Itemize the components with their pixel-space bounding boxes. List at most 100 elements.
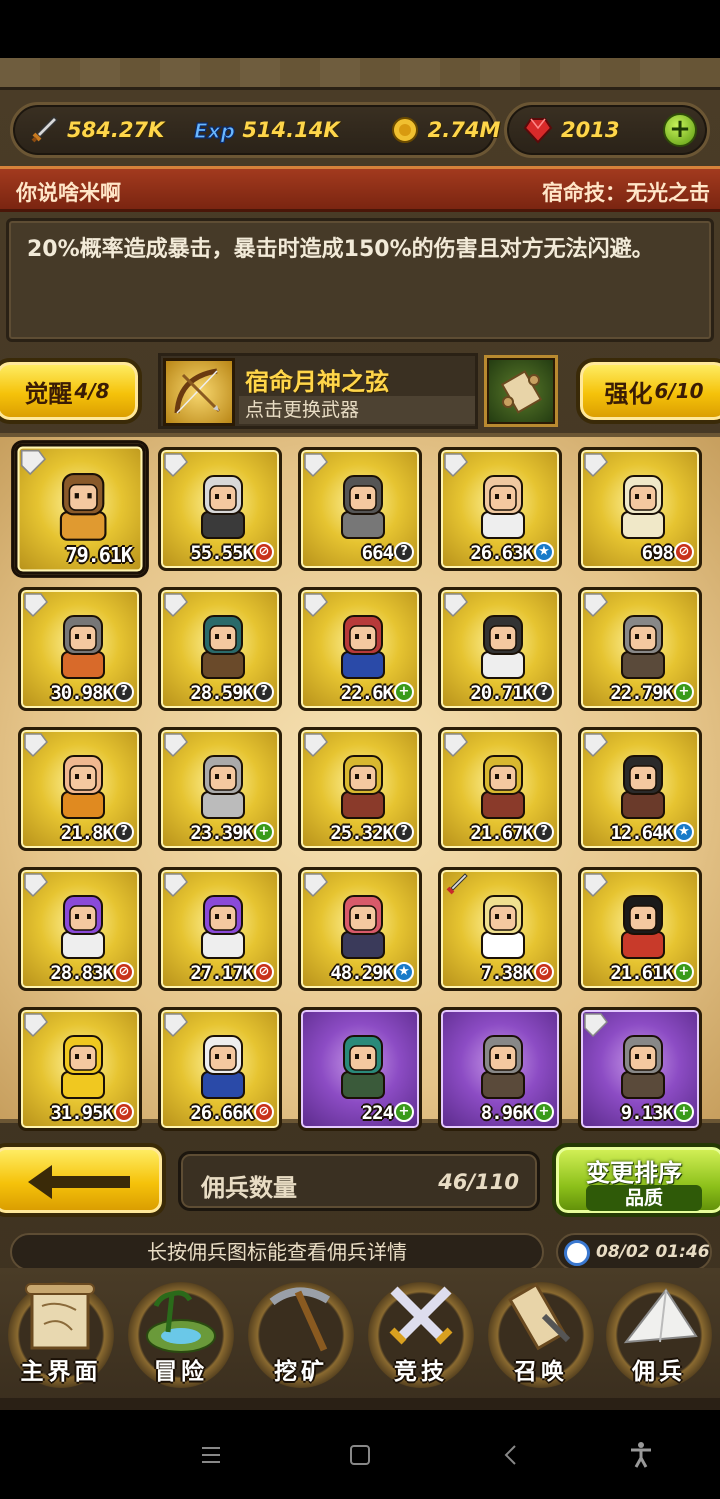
- card-tag-icon: [443, 592, 469, 618]
- mercenary-card[interactable]: 79.61K: [14, 443, 146, 575]
- hero-black-hair-sprite: [608, 888, 678, 962]
- card-tag-icon: [23, 872, 49, 898]
- mercenary-card[interactable]: 224 +: [298, 1007, 422, 1131]
- map-scroll-icon: [18, 1276, 104, 1362]
- enhance-button[interactable]: 强化 6/10: [576, 358, 720, 424]
- weapon-panel[interactable]: 宿命月神之弦 点击更换武器: [158, 353, 478, 429]
- awaken-value: 4/8: [74, 379, 110, 403]
- mercenary-count-value: 46/110: [438, 1170, 519, 1194]
- mercenary-card[interactable]: 48.29K ★: [298, 867, 422, 991]
- hero-viking-sprite: [468, 748, 538, 822]
- hero-old-chef-sprite: [188, 1028, 258, 1102]
- mercenary-card[interactable]: 22.6K +: [298, 587, 422, 711]
- hero-viking-sprite: [328, 748, 398, 822]
- mercenary-card[interactable]: 26.63K ★: [438, 447, 562, 571]
- mercenary-card[interactable]: 9.13K +: [578, 1007, 702, 1131]
- mercenary-card[interactable]: 12.64K ★: [578, 727, 702, 851]
- mercenary-card[interactable]: 30.98K?: [18, 587, 142, 711]
- sword-icon: [27, 113, 61, 147]
- mercenary-grid-area: 79.61K 55.55K ⊘ 664? 26.63K ★ 698 ⊘ 30.98K? 28.59…: [0, 433, 720, 1131]
- awaken-button[interactable]: 觉醒 4/8: [0, 358, 142, 424]
- hero-red-hair-sprite: [328, 608, 398, 682]
- enhance-value: 6/10: [654, 379, 704, 403]
- card-tag-icon: [163, 1012, 189, 1038]
- mercenary-card[interactable]: 22.79K +: [578, 587, 702, 711]
- mercenary-power: 30.98K: [50, 682, 114, 704]
- exp-value: 514.14K: [242, 118, 340, 142]
- mercenary-card[interactable]: 21.67K?: [438, 727, 562, 851]
- card-tag-icon: [583, 732, 609, 758]
- resource-bar: 584.27K Exp 514.14K 2.74M: [10, 102, 500, 158]
- add-gems-button[interactable]: +: [663, 113, 697, 147]
- skill-scroll-icon[interactable]: [484, 355, 558, 427]
- hero-star-sprite: [48, 1028, 118, 1102]
- bow-icon: [163, 358, 235, 426]
- nav-adventure[interactable]: 冒险: [122, 1272, 240, 1390]
- hero-rider-sprite: [608, 608, 678, 682]
- card-tag-icon: [23, 592, 49, 618]
- mercenary-power: 22.6K: [340, 682, 394, 704]
- mercenary-card[interactable]: 23.39K +: [158, 727, 282, 851]
- mercenary-card[interactable]: 20.71K?: [438, 587, 562, 711]
- home-icon[interactable]: [345, 1440, 375, 1470]
- mercenary-grid: 79.61K 55.55K ⊘ 664? 26.63K ★ 698 ⊘ 30.98K? 28.59…: [14, 443, 708, 1131]
- mercenary-card[interactable]: 7.38K ⊘: [438, 867, 562, 991]
- mercenary-power: 8.96K: [480, 1102, 534, 1124]
- mercenary-card[interactable]: 28.83K ⊘: [18, 867, 142, 991]
- mercenary-badge-no: ⊘: [114, 962, 134, 982]
- mercenary-card[interactable]: 698 ⊘: [578, 447, 702, 571]
- accessibility-icon[interactable]: [626, 1440, 656, 1470]
- mercenary-card[interactable]: 21.8K?: [18, 727, 142, 851]
- mercenary-power: 26.63K: [470, 542, 534, 564]
- change-sort-button[interactable]: 变更排序 品质: [552, 1143, 720, 1217]
- hero-name: 你说啥米啊: [16, 181, 121, 205]
- hero-armored-sprite: [328, 468, 398, 542]
- enhance-label: 强化: [604, 379, 653, 408]
- mercenary-card[interactable]: 8.96K +: [438, 1007, 562, 1131]
- hero-pink-hair-sprite: [328, 888, 398, 962]
- summon-scroll-icon: [498, 1276, 584, 1362]
- tent-icon: [616, 1276, 702, 1362]
- mercenary-badge-q: ?: [114, 682, 134, 702]
- nav-label: 冒险: [154, 1359, 208, 1385]
- mercenary-card[interactable]: 55.55K ⊘: [158, 447, 282, 571]
- nav-mercenary[interactable]: 佣兵: [600, 1272, 718, 1390]
- mercenary-power: 79.61K: [65, 543, 133, 568]
- nav-summon[interactable]: 召唤: [482, 1272, 600, 1390]
- hero-ghost-sprite: [608, 468, 678, 542]
- mercenary-card[interactable]: 25.32K?: [298, 727, 422, 851]
- mercenary-badge-q: ?: [254, 682, 274, 702]
- mercenary-card[interactable]: 28.59K?: [158, 587, 282, 711]
- nav-label: 佣兵: [632, 1359, 686, 1385]
- gem-value: 2013: [561, 118, 620, 142]
- menu-icon[interactable]: [196, 1440, 226, 1470]
- hero-blonde-sprite: [468, 888, 538, 962]
- attack-value: 584.27K: [67, 118, 165, 142]
- mercenary-card[interactable]: 31.95K ⊘: [18, 1007, 142, 1131]
- svg-text:Exp: Exp: [194, 119, 235, 143]
- nav-main[interactable]: 主界面: [2, 1272, 120, 1390]
- card-tag-icon: [583, 1012, 609, 1038]
- nav-arena[interactable]: 竞技: [362, 1272, 480, 1390]
- mercenary-card[interactable]: 26.66K ⊘: [158, 1007, 282, 1131]
- game-screen: 584.27K Exp 514.14K 2.74M 2013 + 你说啥米啊 宿…: [0, 58, 720, 1410]
- mercenary-card[interactable]: 21.61K +: [578, 867, 702, 991]
- mercenary-power: 224: [361, 1102, 394, 1124]
- mercenary-badge-no: ⊘: [674, 542, 694, 562]
- hero-white-beard-sprite: [188, 468, 258, 542]
- skill-description: 20%概率造成暴击，暴击时造成150%的伤害且对方无法闪避。: [27, 237, 654, 262]
- back-nav-icon[interactable]: [496, 1440, 526, 1470]
- mercenary-card[interactable]: 664?: [298, 447, 422, 571]
- card-tag-icon: [443, 732, 469, 758]
- nav-mining[interactable]: 挖矿: [242, 1272, 360, 1390]
- nav-label: 竞技: [394, 1359, 448, 1385]
- back-button[interactable]: [0, 1143, 166, 1217]
- tip-bar: 长按佣兵图标能查看佣兵详情: [10, 1233, 544, 1271]
- card-tag-icon: [303, 592, 329, 618]
- mercenary-power: 26.66K: [190, 1102, 254, 1124]
- card-tag-icon: [20, 449, 48, 477]
- pickaxe-icon: [258, 1276, 344, 1362]
- gold-resource: 2.74M: [388, 113, 500, 147]
- mercenary-card[interactable]: 27.17K ⊘: [158, 867, 282, 991]
- mercenary-power: 31.95K: [50, 1102, 114, 1124]
